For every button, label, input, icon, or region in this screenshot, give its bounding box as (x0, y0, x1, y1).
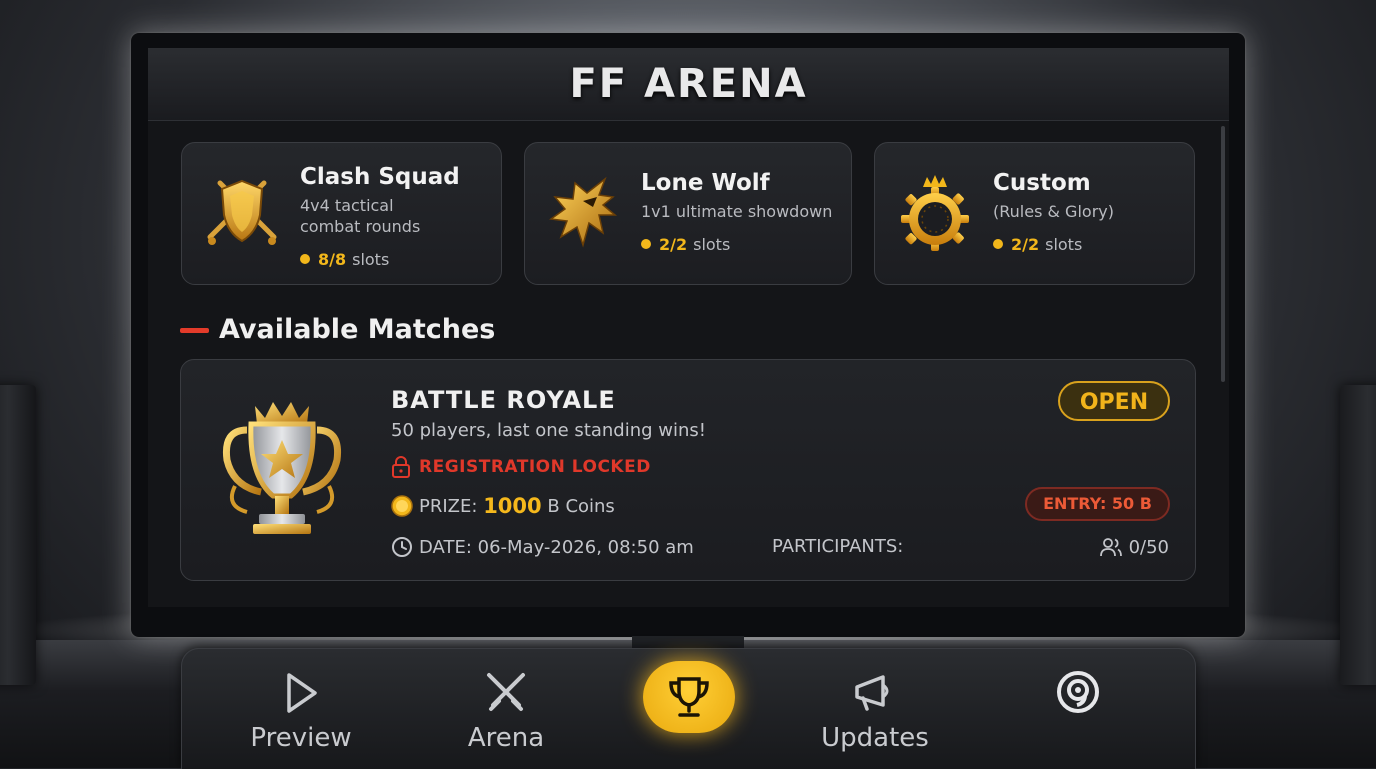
tv-stand (632, 636, 744, 648)
crossed-swords-icon (487, 673, 525, 711)
bottom-nav: Preview Arena Updates (181, 648, 1196, 769)
entry-fee-badge[interactable]: ENTRY: 50 B (1025, 487, 1170, 521)
mode-desc-line: 4v4 tactical (300, 196, 394, 215)
mode-desc-line: combat rounds (300, 217, 421, 236)
match-subtitle: 50 players, last one standing wins! (391, 420, 707, 441)
participants-count-row: 0/50 (1099, 536, 1169, 558)
shield-swords-icon (207, 179, 277, 245)
prize-unit: B Coins (547, 495, 615, 517)
slots-count: 2/2 (1011, 235, 1040, 254)
nav-label: Arena (467, 723, 545, 753)
slots-label: slots (1045, 235, 1083, 254)
lock-icon (392, 456, 410, 478)
status-badge-open[interactable]: OPEN (1058, 381, 1170, 421)
prize-amount: 1000 (483, 494, 542, 518)
match-card[interactable]: BATTLE ROYALE 50 players, last one stand… (180, 359, 1196, 581)
wolf-icon (549, 176, 618, 248)
mode-card-clash-squad[interactable]: Clash Squad 4v4 tactical combat rounds 8… (181, 142, 502, 285)
mode-slots: 2/2 slots (641, 235, 730, 254)
nav-item-preview[interactable]: Preview (231, 649, 371, 759)
scrollbar[interactable] (1221, 126, 1225, 382)
slots-count: 8/8 (318, 250, 347, 269)
left-speaker (0, 385, 36, 685)
slots-label: slots (352, 250, 390, 269)
registration-status: REGISTRATION LOCKED (391, 456, 651, 478)
trophy-icon (222, 402, 342, 534)
nav-item-tournaments[interactable] (643, 661, 735, 733)
participants-count: 0/50 (1128, 536, 1169, 558)
right-speaker (1340, 385, 1376, 685)
prize-label: PRIZE: (419, 495, 478, 517)
mode-title: Clash Squad (300, 164, 460, 190)
app-title: FF ARENA (569, 61, 808, 107)
mode-description: 1v1 ultimate showdown (641, 202, 833, 221)
match-title: BATTLE ROYALE (391, 386, 616, 414)
registration-status-text: REGISTRATION LOCKED (419, 457, 651, 477)
nav-item-arena[interactable]: Arena (436, 649, 576, 759)
mode-title: Custom (993, 170, 1091, 196)
crown-gear-icon (901, 175, 969, 251)
coin-icon (391, 495, 413, 517)
date-row: DATE: 06-May-2026, 08:50 am (391, 536, 694, 558)
mode-card-lone-wolf[interactable]: Lone Wolf 1v1 ultimate showdown 2/2 slots (524, 142, 852, 285)
nav-label: Updates (821, 723, 929, 753)
play-icon (287, 673, 317, 713)
status-dot (641, 239, 651, 249)
slots-label: slots (693, 235, 731, 254)
mode-slots: 2/2 slots (993, 235, 1082, 254)
nav-item-profile[interactable] (1008, 649, 1148, 759)
match-date: DATE: 06-May-2026, 08:50 am (419, 536, 694, 558)
tv-screen: FF ARENA Clash Squad 4v4 tactical combat… (148, 48, 1229, 607)
title-bar: FF ARENA (148, 48, 1229, 121)
mode-card-custom[interactable]: Custom (Rules & Glory) 2/2 slots (874, 142, 1195, 285)
status-dot (300, 254, 310, 264)
mode-description: (Rules & Glory) (993, 202, 1114, 221)
spiral-icon (1057, 671, 1099, 713)
prize-row: PRIZE: 1000 B Coins (391, 494, 615, 518)
mode-slots: 8/8 slots (300, 250, 389, 269)
section-title: Available Matches (219, 314, 496, 345)
section-accent-bar (180, 328, 209, 333)
nav-label: Preview (250, 723, 352, 753)
mode-title: Lone Wolf (641, 170, 770, 196)
mode-description: 4v4 tactical combat rounds (300, 195, 420, 237)
users-icon (1099, 538, 1122, 557)
trophy-nav-icon (669, 677, 709, 717)
megaphone-icon (855, 675, 889, 711)
participants-label: PARTICIPANTS: (772, 536, 904, 557)
nav-item-updates[interactable]: Updates (805, 649, 945, 759)
status-dot (993, 239, 1003, 249)
slots-count: 2/2 (659, 235, 688, 254)
clock-icon (392, 537, 412, 557)
